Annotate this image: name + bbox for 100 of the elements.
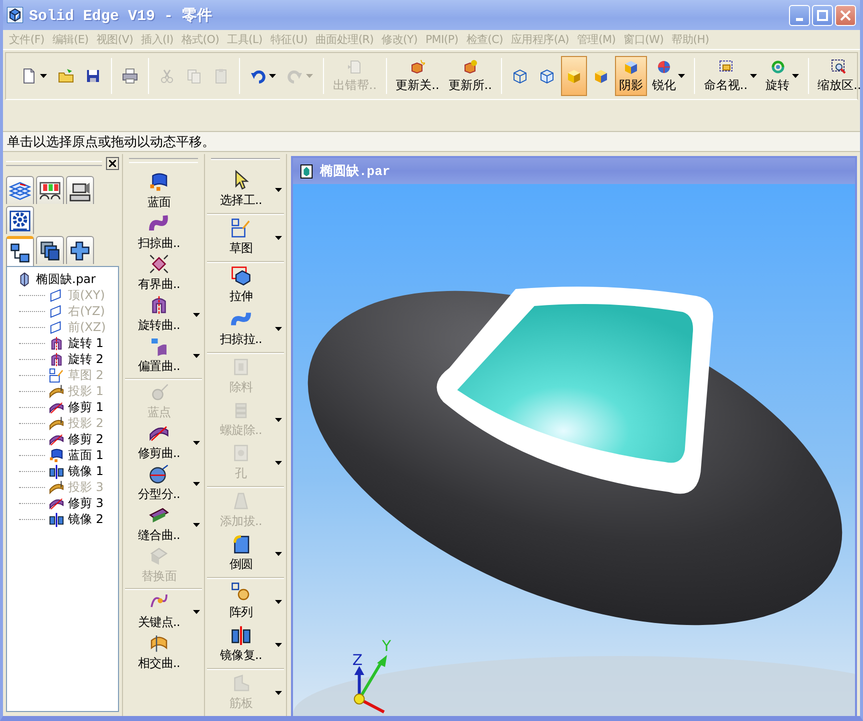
caret-icon — [792, 74, 799, 78]
stacked-squares-icon — [40, 240, 60, 260]
surface-patch-icon — [149, 172, 169, 192]
hole-icon — [231, 443, 251, 463]
pane-tab[interactable] — [36, 236, 64, 264]
ribbon-button[interactable]: 阵列 — [207, 580, 284, 623]
bounded-surface-icon — [149, 254, 169, 274]
maximize-icon — [817, 10, 828, 20]
gear-icon — [9, 210, 31, 232]
copy-icon — [186, 68, 202, 84]
pane-tab[interactable] — [66, 236, 94, 264]
document-title: 椭圆缺.par — [320, 163, 390, 180]
ribbon-button[interactable]: 偏置曲.. — [125, 335, 202, 376]
tree-item[interactable]: 蓝面 1 — [68, 446, 104, 464]
maximize-button[interactable] — [812, 4, 833, 26]
ribbon-button[interactable]: 镜像复.. — [207, 623, 284, 666]
puzzle-icon — [70, 240, 90, 260]
shaded-cube-icon — [622, 58, 639, 74]
wireframe-cube-icon — [512, 68, 528, 84]
scissors-icon — [159, 68, 175, 84]
projected-curve-icon — [49, 416, 64, 430]
ribbon-button[interactable]: 旋转曲.. — [125, 294, 202, 335]
pane-tab[interactable] — [36, 176, 64, 204]
tree-item[interactable]: 椭圆缺.par — [36, 270, 96, 288]
tree-item[interactable]: 修剪 1 — [68, 398, 104, 416]
caret-icon — [193, 610, 200, 614]
cube-icon — [462, 58, 478, 74]
trim-surface-icon — [49, 400, 64, 414]
close-icon — [840, 10, 851, 20]
toolbar-button[interactable]: 旋转 — [762, 56, 803, 96]
ribbon-button[interactable]: 缝合曲.. — [125, 504, 202, 545]
swept-curve-icon — [149, 213, 169, 233]
axis-label: Z — [352, 650, 363, 670]
redo-arrow-icon — [287, 68, 303, 84]
app-logo-icon — [7, 7, 23, 23]
toolbar-button[interactable]: 缩放区.. — [814, 56, 863, 96]
close-button[interactable] — [106, 156, 119, 170]
ribbon-button[interactable]: 扫掠拉.. — [207, 307, 284, 350]
tree-item[interactable]: 修剪 3 — [68, 494, 104, 512]
rib-icon — [231, 673, 251, 693]
caret-icon — [275, 690, 282, 694]
toolbar-button[interactable]: 阴影 — [614, 56, 647, 96]
caret-icon — [193, 440, 200, 444]
cutout-icon — [231, 357, 251, 377]
round-icon — [231, 534, 251, 554]
toolbar-button[interactable]: 更新关.. — [392, 56, 444, 96]
surface-patch-icon — [49, 448, 64, 462]
wireframe-cube-icon — [538, 68, 555, 84]
projected-curve-icon — [49, 384, 64, 398]
toolbar-button[interactable]: 更新所.. — [444, 56, 496, 96]
caret-icon — [275, 642, 282, 646]
page-icon — [21, 68, 37, 84]
caret-icon — [275, 600, 282, 604]
undo-arrow-icon — [250, 68, 266, 84]
clipboard-icon — [213, 68, 229, 84]
axis-label: Y — [382, 636, 392, 656]
document-icon — [346, 58, 363, 74]
pane-tab[interactable] — [6, 206, 34, 234]
layers-icon — [9, 180, 31, 202]
sketch-icon — [49, 368, 64, 382]
ribbon-button[interactable]: 扫掠曲.. — [125, 212, 202, 253]
ribbon-button[interactable]: 修剪曲.. — [125, 422, 202, 463]
parting-sphere-icon — [149, 464, 169, 484]
tree-item[interactable]: 旋转 1 — [68, 334, 104, 352]
sphere-point-icon — [149, 382, 169, 402]
tree-item[interactable]: 旋转 2 — [68, 350, 104, 368]
toolbar-button[interactable]: 命名视.. — [700, 56, 761, 96]
projected-curve-icon — [49, 480, 64, 494]
view-frame-icon — [718, 58, 734, 74]
caret-icon — [193, 312, 200, 316]
caret-icon — [275, 460, 282, 464]
offset-surface-icon — [149, 336, 169, 356]
pane-tab[interactable] — [66, 176, 94, 204]
rotate-arrows-icon — [770, 58, 786, 74]
printer-icon — [122, 68, 138, 84]
ribbon-button[interactable]: 分型分.. — [125, 463, 202, 504]
zoom-area-icon — [831, 58, 848, 74]
intersection-curve-icon — [149, 633, 169, 653]
tree-item[interactable]: 镜像 2 — [68, 510, 104, 528]
tree-item[interactable]: 镜像 1 — [68, 462, 104, 480]
ribbon-button[interactable]: 相交曲.. — [125, 632, 202, 673]
tree-item[interactable]: 修剪 2 — [68, 430, 104, 448]
ribbon-button[interactable]: 拉伸 — [207, 264, 284, 307]
ribbon-button[interactable]: 关键点.. — [125, 591, 202, 632]
trim-surface-icon — [49, 432, 64, 446]
sphere-icon — [656, 58, 672, 74]
stitched-surface-icon — [149, 505, 169, 525]
toolbar-button[interactable]: 锐化 — [648, 56, 689, 96]
ribbon-button[interactable]: 选择工.. — [207, 168, 284, 211]
ribbon-button[interactable]: 草图 — [207, 216, 284, 259]
caret-icon — [40, 74, 47, 78]
cube-icon — [409, 58, 426, 74]
mirror-copy-icon — [231, 625, 251, 645]
ribbon-button[interactable]: 有界曲.. — [125, 253, 202, 294]
close-icon — [109, 160, 116, 166]
ribbon-button[interactable]: 蓝面 — [125, 171, 202, 212]
pane-tab[interactable] — [6, 236, 34, 266]
minimize-button[interactable] — [789, 4, 810, 26]
ribbon-button[interactable]: 倒圆 — [207, 532, 284, 575]
revolved-shape-icon — [49, 336, 64, 350]
